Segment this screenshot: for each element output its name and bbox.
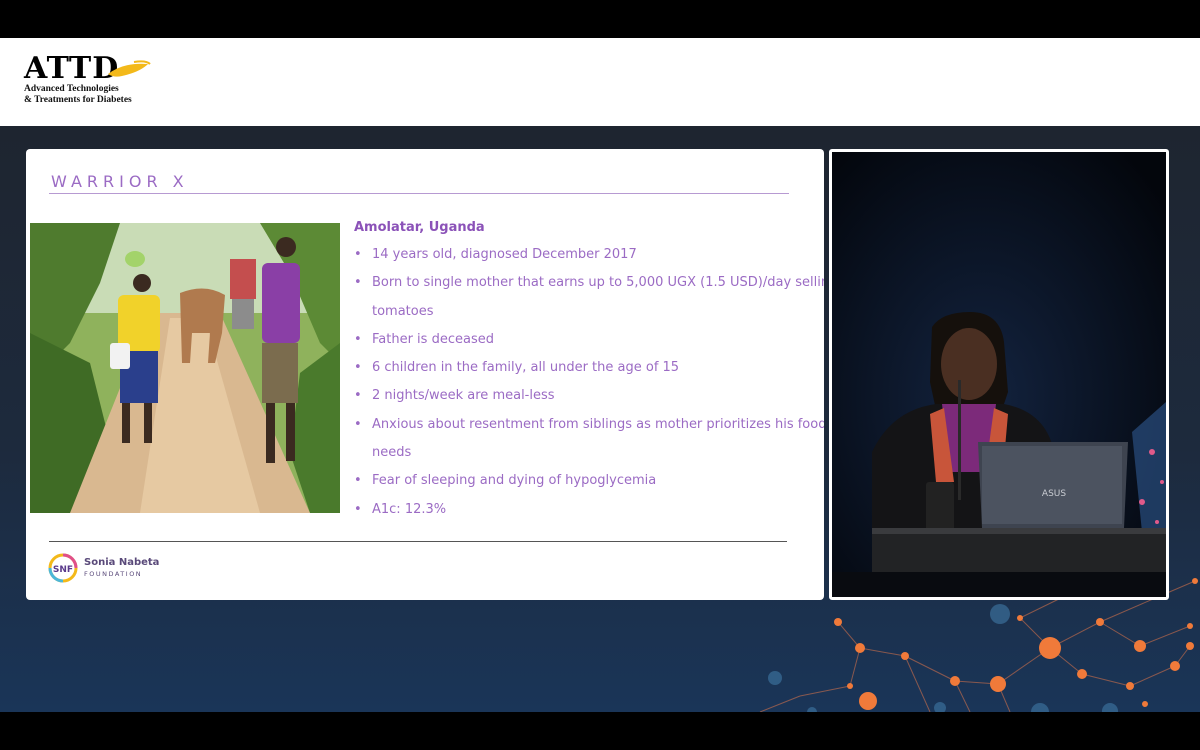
drop-swoosh-icon xyxy=(108,60,151,77)
presentation-slide: WARRIOR X Amolatar, Uganda • 14 years ol… xyxy=(26,149,824,600)
bullet-mother-income: Born to single mother that earns up to 5… xyxy=(354,269,824,298)
letterbox-bottom xyxy=(0,712,1200,750)
bullet-a1c: A1c: 12.3% xyxy=(354,496,824,525)
bullet-anxiety-cont: needs xyxy=(372,445,412,461)
bullet-children: 6 children in the family, all under the … xyxy=(354,354,824,383)
bullet-fear: Fear of sleeping and dying of hypoglycem… xyxy=(354,467,824,496)
svg-text:SNF: SNF xyxy=(53,565,73,575)
bullet-anxiety: Anxious about resentment from siblings a… xyxy=(354,411,824,440)
bullet-mother-income-cont: tomatoes xyxy=(372,303,434,319)
presentation-stage: WARRIOR X Amolatar, Uganda • 14 years ol… xyxy=(0,126,1200,712)
slide-title: WARRIOR X xyxy=(51,172,189,191)
speaker-video-frame: ASUS xyxy=(832,152,1166,597)
bullet-list: 14 years old, diagnosed December 2017 Bo… xyxy=(354,241,824,524)
snf-mark-icon: SNF xyxy=(48,553,78,583)
attd-logo: ATTD Advanced Technologies & Treatments … xyxy=(24,54,151,114)
location-heading: Amolatar, Uganda xyxy=(354,220,485,235)
laptop-brand-label: ASUS xyxy=(1042,489,1066,499)
title-divider xyxy=(49,193,789,194)
footer-divider xyxy=(49,541,787,542)
foundation-subtitle: FOUNDATION xyxy=(84,570,143,578)
conference-header: ATTD Advanced Technologies & Treatments … xyxy=(0,38,1200,126)
bullet-father: Father is deceased xyxy=(354,326,824,355)
letterbox-top xyxy=(0,0,1200,38)
logo-subtitle-line2: & Treatments for Diabetes xyxy=(24,95,132,105)
speaker-video-feed: ASUS xyxy=(829,149,1169,600)
foundation-name: Sonia Nabeta xyxy=(84,557,160,568)
bullet-age: 14 years old, diagnosed December 2017 xyxy=(354,241,824,270)
logo-subtitle-line1: Advanced Technologies xyxy=(24,84,119,94)
slide-photo xyxy=(30,223,340,513)
bullet-meals: 2 nights/week are meal-less xyxy=(354,382,824,411)
sonia-nabeta-foundation-logo: SNF Sonia Nabeta FOUNDATION xyxy=(48,553,178,583)
